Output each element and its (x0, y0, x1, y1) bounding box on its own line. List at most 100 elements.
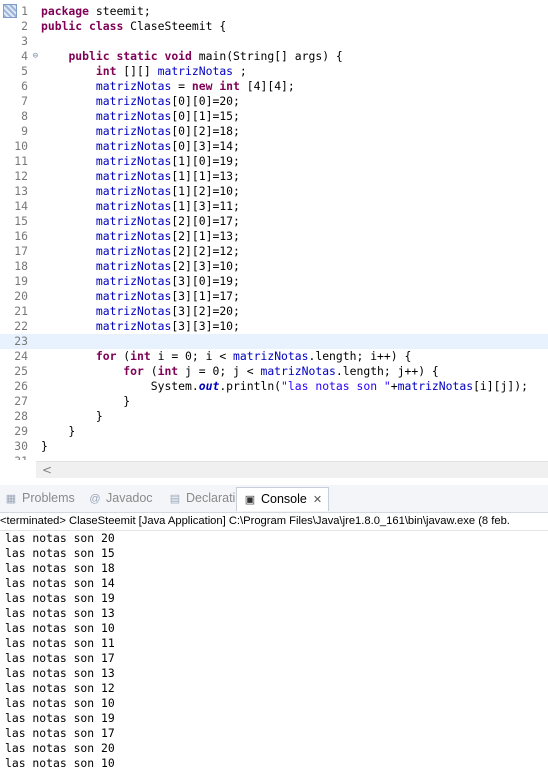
code-text: matrizNotas[1][2]=10; (41, 184, 240, 199)
console-line: las notas son 17 (5, 726, 115, 740)
code-token: matrizNotas (95, 109, 172, 123)
code-line[interactable]: 1 package steemit; (0, 4, 548, 19)
code-line[interactable]: 14 matrizNotas[1][3]=11; (0, 199, 548, 214)
code-token: public (41, 19, 83, 33)
console-line: las notas son 15 (5, 546, 115, 560)
code-token: new (191, 79, 213, 93)
code-text: public class ClaseSteemit { (41, 19, 226, 34)
code-token: matrizNotas (95, 229, 172, 243)
code-line[interactable]: 19 matrizNotas[3][0]=19; (0, 274, 548, 289)
code-token: ( (116, 349, 131, 363)
code-line[interactable]: 15 matrizNotas[2][0]=17; (0, 214, 548, 229)
code-line[interactable]: 25 for (int j = 0; j < matrizNotas.lengt… (0, 364, 548, 379)
line-number: 11 (14, 154, 28, 168)
code-token: [0][0]=20; (171, 94, 240, 108)
code-token: matrizNotas (95, 289, 172, 303)
code-token: [1][0]=19; (171, 154, 240, 168)
code-line[interactable]: 21 matrizNotas[3][2]=20; (0, 304, 548, 319)
scroll-left-arrow-icon[interactable]: < (42, 463, 52, 477)
code-line[interactable]: 9 matrizNotas[0][2]=18; (0, 124, 548, 139)
tab-console[interactable]: ▣ Console ✕ (236, 487, 330, 511)
console-line: las notas son 19 (5, 711, 115, 725)
code-line[interactable]: 28 } (0, 409, 548, 424)
code-token: [2][1]=13; (171, 229, 240, 243)
editor-horizontal-scrollbar[interactable]: < (36, 461, 548, 478)
tab-label: Problems (22, 491, 75, 505)
code-line[interactable]: 27 } (0, 394, 548, 409)
code-token: for (123, 364, 144, 378)
code-line[interactable]: 5 int [][] matrizNotas ; (0, 64, 548, 79)
close-tab-icon[interactable]: ✕ (313, 494, 322, 506)
code-token: [1][2]=10; (171, 184, 240, 198)
code-line[interactable]: 30} (0, 439, 548, 454)
code-line[interactable]: 10 matrizNotas[0][3]=14; (0, 139, 548, 154)
code-token: ( (143, 364, 158, 378)
console-line: las notas son 20 (5, 531, 115, 545)
code-line[interactable]: 3 (0, 34, 548, 49)
line-number: 29 (14, 424, 28, 438)
code-line[interactable]: 11 matrizNotas[1][0]=19; (0, 154, 548, 169)
code-line[interactable]: 31 (0, 454, 548, 460)
code-token: [1][1]=13; (171, 169, 240, 183)
code-line[interactable]: 22 matrizNotas[3][3]=10; (0, 319, 548, 334)
line-number: 7 (21, 94, 28, 108)
code-line[interactable]: 23 (0, 334, 548, 349)
code-token: [0][3]=14; (171, 139, 240, 153)
code-token: matrizNotas (95, 244, 172, 258)
code-line[interactable]: 6 matrizNotas = new int [4][4]; (0, 79, 548, 94)
javadoc-icon: @ (89, 493, 101, 505)
code-editor[interactable]: 1 package steemit; 2 public class ClaseStee… (0, 0, 548, 460)
code-token: System. (41, 379, 199, 393)
code-token: } (41, 394, 131, 408)
line-number: 25 (14, 364, 28, 378)
tab-label: Console (261, 492, 307, 506)
code-token: matrizNotas (95, 259, 172, 273)
code-token: [2][2]=12; (171, 244, 240, 258)
console-line: las notas son 12 (5, 681, 115, 695)
code-text: matrizNotas[2][1]=13; (41, 229, 240, 244)
line-number: 26 (14, 379, 28, 393)
console-line: las notas son 17 (5, 651, 115, 665)
code-line[interactable]: 29 } (0, 424, 548, 439)
line-number: 22 (14, 319, 28, 333)
code-line[interactable]: 17 matrizNotas[2][2]=12; (0, 244, 548, 259)
code-text: matrizNotas[3][2]=20; (41, 304, 240, 319)
code-token: [3][2]=20; (171, 304, 240, 318)
code-token: matrizNotas (95, 304, 172, 318)
console-line: las notas son 10 (5, 756, 115, 770)
code-token: } (41, 439, 48, 453)
console-output[interactable]: las notas son 20 las notas son 15 las nota… (0, 531, 548, 776)
code-line[interactable]: 13 matrizNotas[1][2]=10; (0, 184, 548, 199)
code-line[interactable]: 7 matrizNotas[0][0]=20; (0, 94, 548, 109)
console-line: las notas son 10 (5, 696, 115, 710)
code-line[interactable]: 4 ⊖ public static void main(String[] args… (0, 49, 548, 64)
console-line: las notas son 20 (5, 741, 115, 755)
code-token: i = 0; i < (150, 349, 234, 363)
code-token: int (157, 364, 179, 378)
tab-problems[interactable]: ▦ Problems (4, 487, 75, 510)
code-line[interactable]: 16 matrizNotas[2][1]=13; (0, 229, 548, 244)
tab-javadoc[interactable]: @ Javadoc (88, 487, 152, 510)
fold-toggle-icon[interactable]: ⊖ (31, 49, 40, 64)
console-line: las notas son 11 (5, 636, 115, 650)
code-line[interactable]: 20 matrizNotas[3][1]=17; (0, 289, 548, 304)
code-line[interactable]: 18 matrizNotas[2][3]=10; (0, 259, 548, 274)
line-number: 19 (14, 274, 28, 288)
code-line[interactable]: 26 System.out.println("las notas son "+m… (0, 379, 548, 394)
code-line[interactable]: 2 public class ClaseSteemit { (0, 19, 548, 34)
code-text: } (41, 394, 130, 409)
console-status-line: <terminated> ClaseSteemit [Java Applicat… (0, 513, 548, 531)
code-line[interactable]: 8 matrizNotas[0][1]=15; (0, 109, 548, 124)
code-line[interactable]: 12 matrizNotas[1][1]=13; (0, 169, 548, 184)
code-token: matrizNotas (95, 274, 172, 288)
code-line[interactable]: 24 for (int i = 0; i < matrizNotas.lengt… (0, 349, 548, 364)
declaration-icon: ▤ (169, 493, 181, 505)
